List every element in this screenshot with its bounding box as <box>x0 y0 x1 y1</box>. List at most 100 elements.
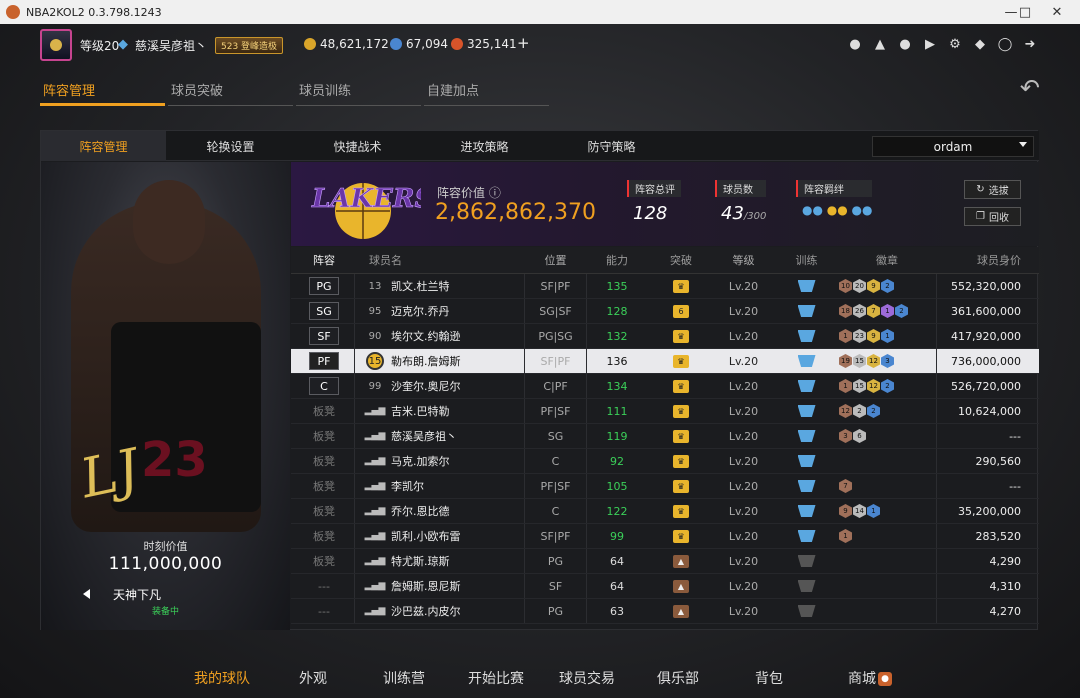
prev-arrow-icon[interactable] <box>83 589 90 599</box>
headset-icon[interactable]: ◯ <box>997 36 1013 52</box>
player-name[interactable]: 慈溪吴彦祖丶 <box>391 424 521 448</box>
training-icon[interactable] <box>797 580 816 592</box>
slot-label[interactable]: 板凳 <box>313 553 335 569</box>
table-row[interactable]: PF 15 勒布朗.詹姆斯 SF|PF 136 ♛ Lv.20 19 15 12 3 736,000,… <box>291 349 1039 374</box>
slot-badge[interactable]: C <box>309 377 339 395</box>
friends-icon[interactable]: ● <box>897 36 913 52</box>
badge-icon[interactable]: 9 <box>867 329 880 343</box>
player-name[interactable]: 凯利.小欧布雷 <box>391 524 521 548</box>
badge-icon[interactable]: 19 <box>839 354 852 368</box>
nav-club[interactable]: 俱乐部 <box>657 668 699 688</box>
training-icon[interactable] <box>797 505 816 517</box>
bell-icon[interactable]: ▲ <box>872 36 888 52</box>
training-icon[interactable] <box>797 305 816 317</box>
recycle-button[interactable]: ❐ 回收 <box>964 207 1021 226</box>
player-name[interactable]: 迈克尔.乔丹 <box>391 299 521 323</box>
table-row[interactable]: PG 13 凯文.杜兰特 SF|PF 135 ♛ Lv.20 10 20 9 2 552,320,00… <box>291 274 1039 299</box>
breakthrough-icon[interactable]: ♛ <box>673 404 689 418</box>
badge-icon[interactable]: 14 <box>853 504 866 518</box>
subtab-lineup[interactable]: 阵容管理 <box>41 131 166 161</box>
badge-icon[interactable]: 9 <box>839 504 852 518</box>
table-row[interactable]: SF 90 埃尔文.约翰逊 PG|SG 132 ♛ Lv.20 1 23 9 1 417,920,00… <box>291 324 1039 349</box>
slot-label[interactable]: --- <box>318 605 330 618</box>
training-icon[interactable] <box>797 330 816 342</box>
slot-label[interactable]: 板凳 <box>313 528 335 544</box>
training-icon[interactable] <box>797 280 816 292</box>
card-name[interactable]: 天神下凡 <box>83 586 161 603</box>
tab-lineup[interactable]: 阵容管理 <box>40 80 165 106</box>
breakthrough-icon[interactable]: ♛ <box>673 329 689 343</box>
breakthrough-icon[interactable]: ▲ <box>673 554 689 568</box>
slot-label[interactable]: 板凳 <box>313 503 335 519</box>
slot-badge[interactable]: SG <box>309 302 339 320</box>
nav-trade[interactable]: 球员交易 <box>559 668 615 688</box>
breakthrough-icon[interactable]: ♛ <box>673 429 689 443</box>
gear-icon[interactable]: ⚙ <box>947 36 963 52</box>
badge-icon[interactable]: 6 <box>853 429 866 443</box>
badge-icon[interactable]: 7 <box>839 479 852 493</box>
player-name[interactable]: 吉米.巴特勒 <box>391 399 521 423</box>
player-name[interactable]: 沙巴兹.内皮尔 <box>391 599 521 623</box>
subtab-quick-tactics[interactable]: 快捷战术 <box>295 131 420 161</box>
tab-breakthrough[interactable]: 球员突破 <box>168 80 293 106</box>
player-card[interactable]: 23 LJ 时刻价值 111,000,000 天神下凡 装备中 <box>41 162 290 630</box>
slot-badge[interactable]: SF <box>309 327 339 345</box>
badge-icon[interactable]: 9 <box>867 279 880 293</box>
badge-icon[interactable]: 7 <box>867 304 880 318</box>
badge-icon[interactable]: 18 <box>839 304 852 318</box>
training-icon[interactable] <box>797 405 816 417</box>
player-name[interactable]: 勒布朗.詹姆斯 <box>391 349 521 373</box>
nav-appearance[interactable]: 外观 <box>299 668 327 688</box>
breakthrough-icon[interactable]: ♛ <box>673 504 689 518</box>
badge-icon[interactable]: 20 <box>853 279 866 293</box>
video-icon[interactable]: ▶ <box>922 36 938 52</box>
avatar[interactable] <box>40 29 72 61</box>
badge-icon[interactable]: 1 <box>839 329 852 343</box>
slot-label[interactable]: 板凳 <box>313 428 335 444</box>
nav-bag[interactable]: 背包 <box>755 668 783 688</box>
table-row[interactable]: 板凳 ▂▄▆ 凯利.小欧布雷 SF|PF 99 ♛ Lv.20 1 283,520 <box>291 524 1039 549</box>
player-name[interactable]: 詹姆斯.恩尼斯 <box>391 574 521 598</box>
badge-icon[interactable]: 3 <box>881 354 894 368</box>
training-icon[interactable] <box>797 480 816 492</box>
table-row[interactable]: --- ▂▄▆ 詹姆斯.恩尼斯 SF 64 ▲ Lv.20 4,310 <box>291 574 1039 599</box>
badge-icon[interactable]: 1 <box>839 379 852 393</box>
training-icon[interactable] <box>797 605 816 617</box>
breakthrough-icon[interactable]: 6 <box>673 304 689 318</box>
add-currency-button[interactable]: + <box>517 34 530 52</box>
badge-icon[interactable]: 2 <box>881 379 894 393</box>
badge-icon[interactable]: 1 <box>881 329 894 343</box>
training-icon[interactable] <box>797 380 816 392</box>
subtab-offense[interactable]: 进攻策略 <box>422 131 547 161</box>
subtab-rotation[interactable]: 轮换设置 <box>168 131 293 161</box>
badge-icon[interactable]: 2 <box>881 279 894 293</box>
slot-label[interactable]: --- <box>318 580 330 593</box>
player-name[interactable]: 凯文.杜兰特 <box>391 274 521 298</box>
subtab-defense[interactable]: 防守策略 <box>549 131 674 161</box>
exit-icon[interactable]: ➜ <box>1022 36 1038 52</box>
breakthrough-icon[interactable]: ♛ <box>673 479 689 493</box>
player-name[interactable]: 马克.加索尔 <box>391 449 521 473</box>
table-row[interactable]: C 99 沙奎尔.奥尼尔 C|PF 134 ♛ Lv.20 1 15 12 2 526,720,000 <box>291 374 1039 399</box>
breakthrough-icon[interactable]: ♛ <box>673 354 689 368</box>
table-row[interactable]: 板凳 ▂▄▆ 特尤斯.琼斯 PG 64 ▲ Lv.20 4,290 <box>291 549 1039 574</box>
breakthrough-icon[interactable]: ▲ <box>673 579 689 593</box>
breakthrough-icon[interactable]: ♛ <box>673 529 689 543</box>
badge-icon[interactable]: 3 <box>839 429 852 443</box>
badge-icon[interactable]: 2 <box>853 404 866 418</box>
badge-icon[interactable]: 15 <box>853 379 866 393</box>
nav-my-team[interactable]: 我的球队 <box>194 668 250 688</box>
chemistry-icons[interactable]: ●● ●● ●● <box>796 203 872 217</box>
training-icon[interactable] <box>797 355 816 367</box>
table-row[interactable]: 板凳 ▂▄▆ 乔尔.恩比德 C 122 ♛ Lv.20 9 14 1 35,200,000 <box>291 499 1039 524</box>
table-row[interactable]: 板凳 ▂▄▆ 慈溪吴彦祖丶 SG 119 ♛ Lv.20 3 6 --- <box>291 424 1039 449</box>
badge-icon[interactable]: 2 <box>895 304 908 318</box>
player-name[interactable]: 李凯尔 <box>391 474 521 498</box>
badge-icon[interactable]: 12 <box>867 379 880 393</box>
slot-badge[interactable]: PG <box>309 277 339 295</box>
table-row[interactable]: 板凳 ▂▄▆ 李凯尔 PF|SF 105 ♛ Lv.20 7 --- <box>291 474 1039 499</box>
training-icon[interactable] <box>797 555 816 567</box>
rank-badge[interactable]: 523 登峰造极 <box>215 37 284 54</box>
training-icon[interactable] <box>797 530 816 542</box>
training-icon[interactable] <box>797 455 816 467</box>
